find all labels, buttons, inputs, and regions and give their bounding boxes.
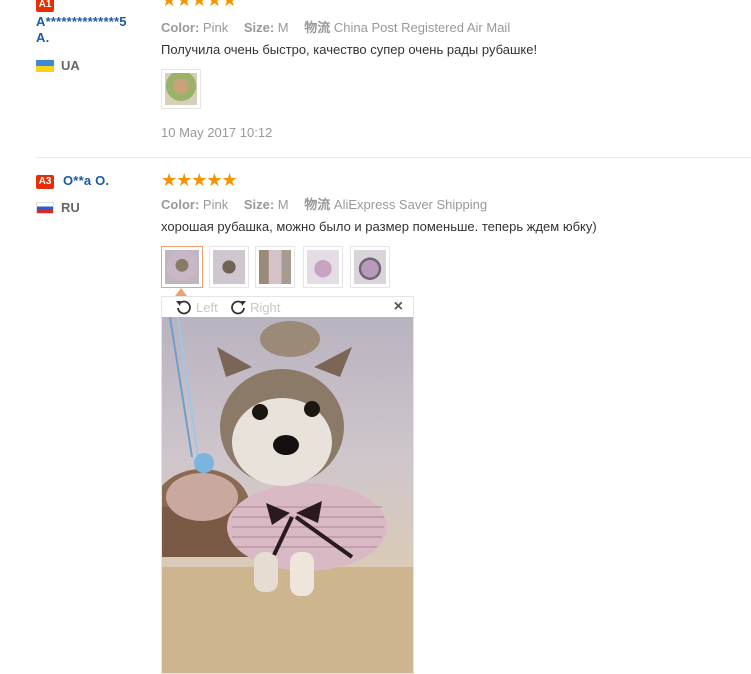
buyer-name-line2: A. [36, 30, 50, 45]
buyer-country: RU [61, 200, 80, 215]
ukraine-flag-icon [36, 60, 54, 72]
buyer-name-line1: A**************5 [36, 14, 127, 29]
rating-stars: ★★★★★ [161, 0, 238, 10]
buyer-name[interactable]: O**a O. [63, 173, 109, 189]
rotate-left-label: Left [196, 299, 218, 315]
rotate-right-button[interactable]: Right [228, 297, 280, 317]
review-photo-thumbnail[interactable] [350, 246, 390, 288]
review-text: хорошая рубашка, можно было и размер пом… [161, 219, 597, 234]
buyer-country: UA [61, 58, 80, 73]
photo-viewer: Left Right × [161, 296, 414, 674]
dog-photo-illustration [162, 317, 413, 673]
russia-flag-icon [36, 202, 54, 214]
color-label: Color: [161, 197, 200, 212]
review-photo-thumbnail[interactable] [255, 246, 295, 288]
size-value: M [277, 197, 289, 212]
buyer-name[interactable]: A**************5 A. [36, 14, 127, 46]
review-date: 10 May 2017 10:12 [161, 125, 273, 140]
logistics-label: 物流 [304, 20, 331, 35]
size-label: Size: [243, 20, 275, 35]
active-thumbnail-pointer [175, 288, 187, 296]
buyer-level-badge: A1 [36, 0, 54, 12]
rotate-left-icon [176, 300, 191, 315]
buyer-level-badge: A3 [36, 175, 54, 189]
review-photo-thumbnail[interactable] [303, 246, 343, 288]
logistics-value: AliExpress Saver Shipping [333, 197, 488, 212]
review-photo-thumbnail[interactable] [161, 246, 203, 288]
logistics-value: China Post Registered Air Mail [333, 20, 511, 35]
order-info: Color: Pink Size: M 物流 AliExpress Saver … [161, 194, 499, 213]
color-label: Color: [161, 20, 200, 35]
order-info: Color: Pink Size: M 物流 China Post Regist… [161, 17, 522, 36]
rotate-left-button[interactable]: Left [174, 297, 218, 317]
rotate-right-label: Right [250, 299, 281, 315]
size-label: Size: [243, 197, 275, 212]
review-photo-thumbnail[interactable] [161, 69, 201, 109]
review-divider [36, 157, 751, 158]
color-value: Pink [202, 197, 229, 212]
logistics-label: 物流 [304, 197, 331, 212]
viewer-toolbar: Left Right × [162, 297, 413, 317]
size-value: M [277, 20, 289, 35]
review-photo-thumbnail[interactable] [209, 246, 249, 288]
review-text: Получила очень быстро, качество супер оч… [161, 42, 538, 57]
review-photo-large [162, 317, 413, 673]
rating-stars: ★★★★★ [161, 170, 238, 190]
close-viewer-button[interactable]: × [394, 298, 403, 316]
color-value: Pink [202, 20, 229, 35]
rotate-right-icon [231, 300, 246, 315]
